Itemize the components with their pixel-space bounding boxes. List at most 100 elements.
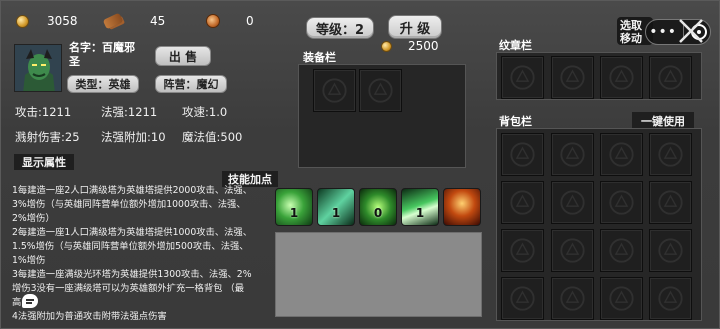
slot-placeholder-icon [609, 65, 634, 90]
stat-attack: 攻击:1211 [15, 105, 72, 119]
skill-icon-5[interactable] [443, 188, 481, 226]
slot-placeholder-icon [658, 190, 683, 215]
slot-placeholder-icon [510, 65, 535, 90]
emblem-slot-3[interactable] [600, 56, 643, 99]
skill-icon-2[interactable]: 1 [317, 188, 355, 226]
backpack-slot-3[interactable] [600, 133, 643, 176]
slot-placeholder-icon [560, 65, 585, 90]
upgrade-cost: 2500 [381, 39, 439, 53]
emblem-slot-4[interactable] [649, 56, 692, 99]
desc-line: 增伤3没有一座满级塔可以为英雄额外扩充一格背包 （最 [12, 283, 244, 294]
slot-placeholder-icon [322, 78, 347, 103]
gem-amount: 0 [246, 14, 254, 28]
equipment-slot-2[interactable] [359, 69, 402, 112]
slot-placeholder-icon [560, 286, 585, 311]
backpack-slot-8[interactable] [649, 181, 692, 224]
hero-type: 类型：英雄 [67, 75, 139, 93]
backpack-slot-12[interactable] [649, 229, 692, 272]
stat-spell-bonus: 法强附加:10 [101, 130, 166, 144]
desc-line: 2%增伤） [12, 213, 55, 224]
skill-description: 1每建造一座2人口满级塔为英雄塔提供2000攻击、法强、 3%增伤（与英雄同阵营… [12, 184, 274, 324]
stat-attack-speed: 攻速:1.0 [182, 105, 228, 119]
desc-line: 4法强附加为普通攻击附带法强点伤害 [12, 311, 167, 322]
slot-placeholder-icon [560, 238, 585, 263]
backpack-slot-9[interactable] [501, 229, 544, 272]
equipment-title: 装备栏 [303, 51, 336, 64]
gold-coin-icon [16, 14, 29, 28]
slot-placeholder-icon [658, 238, 683, 263]
gold-resource: 3058 [16, 14, 78, 28]
skill-icon-3[interactable]: 0 [359, 188, 397, 226]
gem-pot-icon [206, 14, 220, 28]
wood-resource: 45 [102, 12, 166, 30]
hero-faction: 阵营：魔幻 [155, 75, 227, 93]
slot-placeholder-icon [658, 65, 683, 90]
backpack-slot-6[interactable] [551, 181, 594, 224]
slot-placeholder-icon [510, 286, 535, 311]
desc-line: 高 [12, 297, 22, 308]
slot-placeholder-icon [609, 142, 634, 167]
slot-placeholder-icon [510, 238, 535, 263]
slot-placeholder-icon [609, 190, 634, 215]
hero-name-line1: 名字：百魔邪 [69, 41, 135, 54]
gem-resource: 0 [206, 14, 254, 28]
skill-level-2: 1 [331, 206, 341, 220]
stat-mana: 魔法值:500 [182, 130, 243, 144]
backpack-slot-10[interactable] [551, 229, 594, 272]
emblem-slot-2[interactable] [551, 56, 594, 99]
skill-level-1: 1 [289, 206, 299, 220]
stat-spell-power: 法强:1211 [101, 105, 158, 119]
close-x-icon[interactable] [676, 16, 706, 46]
slot-placeholder-icon [658, 142, 683, 167]
skill-icon-4[interactable]: 1 [401, 188, 439, 226]
backpack-slot-11[interactable] [600, 229, 643, 272]
slot-placeholder-icon [560, 142, 585, 167]
backpack-slot-7[interactable] [600, 181, 643, 224]
backpack-slot-16[interactable] [649, 277, 692, 320]
desc-line: 1%增伤 [12, 255, 46, 266]
skill-level-4: 1 [415, 206, 425, 220]
slot-placeholder-icon [510, 142, 535, 167]
stat-splash: 溅射伤害:25 [15, 130, 80, 144]
backpack-title: 背包栏 [499, 115, 532, 128]
backpack-slot-15[interactable] [600, 277, 643, 320]
slot-placeholder-icon [609, 238, 634, 263]
equipment-slot-1[interactable] [313, 69, 356, 112]
upgrade-button[interactable]: 升 级 [388, 15, 442, 39]
emblem-title: 纹章栏 [499, 39, 532, 52]
wood-log-icon [102, 12, 124, 30]
use-all-button[interactable]: 一键使用 [632, 112, 694, 129]
skill-level-3: 0 [373, 206, 383, 220]
backpack-slot-4[interactable] [649, 133, 692, 176]
desc-line: 1.5%增伤（与英雄同阵营单位额外增加500攻击、法强、 [12, 241, 249, 252]
desc-line: 3%增伤（与英雄同阵营单位额外增加1000攻击、法强、 [12, 199, 246, 210]
show-attributes-button[interactable]: 显示属性 [14, 154, 74, 170]
slot-placeholder-icon [560, 190, 585, 215]
backpack-slot-13[interactable] [501, 277, 544, 320]
gold-amount: 3058 [47, 14, 78, 28]
desc-line: 2每建造一座1人口满级塔为英雄塔提供1000攻击、法强、 [12, 227, 253, 238]
hero-portrait [14, 44, 62, 92]
upgrade-cost-amount: 2500 [408, 39, 439, 53]
skill-icon-1[interactable]: 1 [275, 188, 313, 226]
gold-coin-icon [381, 40, 392, 52]
sell-button[interactable]: 出 售 [155, 46, 211, 66]
hero-name-line2: 圣 [69, 55, 80, 68]
chat-bubble-icon[interactable] [22, 294, 38, 308]
desc-line: 1每建造一座2人口满级塔为英雄塔提供2000攻击、法强、 [12, 185, 253, 196]
level-badge: 等级：2 [306, 17, 374, 39]
backpack-slot-5[interactable] [501, 181, 544, 224]
slot-placeholder-icon [368, 78, 393, 103]
backpack-slot-1[interactable] [501, 133, 544, 176]
slot-placeholder-icon [658, 286, 683, 311]
backpack-slot-2[interactable] [551, 133, 594, 176]
backpack-slot-14[interactable] [551, 277, 594, 320]
slot-placeholder-icon [609, 286, 634, 311]
emblem-slot-1[interactable] [501, 56, 544, 99]
slot-placeholder-icon [510, 190, 535, 215]
wood-amount: 45 [150, 14, 166, 28]
desc-line: 3每建造一座满级光环塔为英雄提供1300攻击、法强、2% [12, 269, 252, 280]
hero-name: 名字：百魔邪 圣 [69, 41, 141, 69]
skill-detail-panel [275, 232, 482, 317]
more-dots-icon[interactable]: ••• [649, 24, 677, 40]
